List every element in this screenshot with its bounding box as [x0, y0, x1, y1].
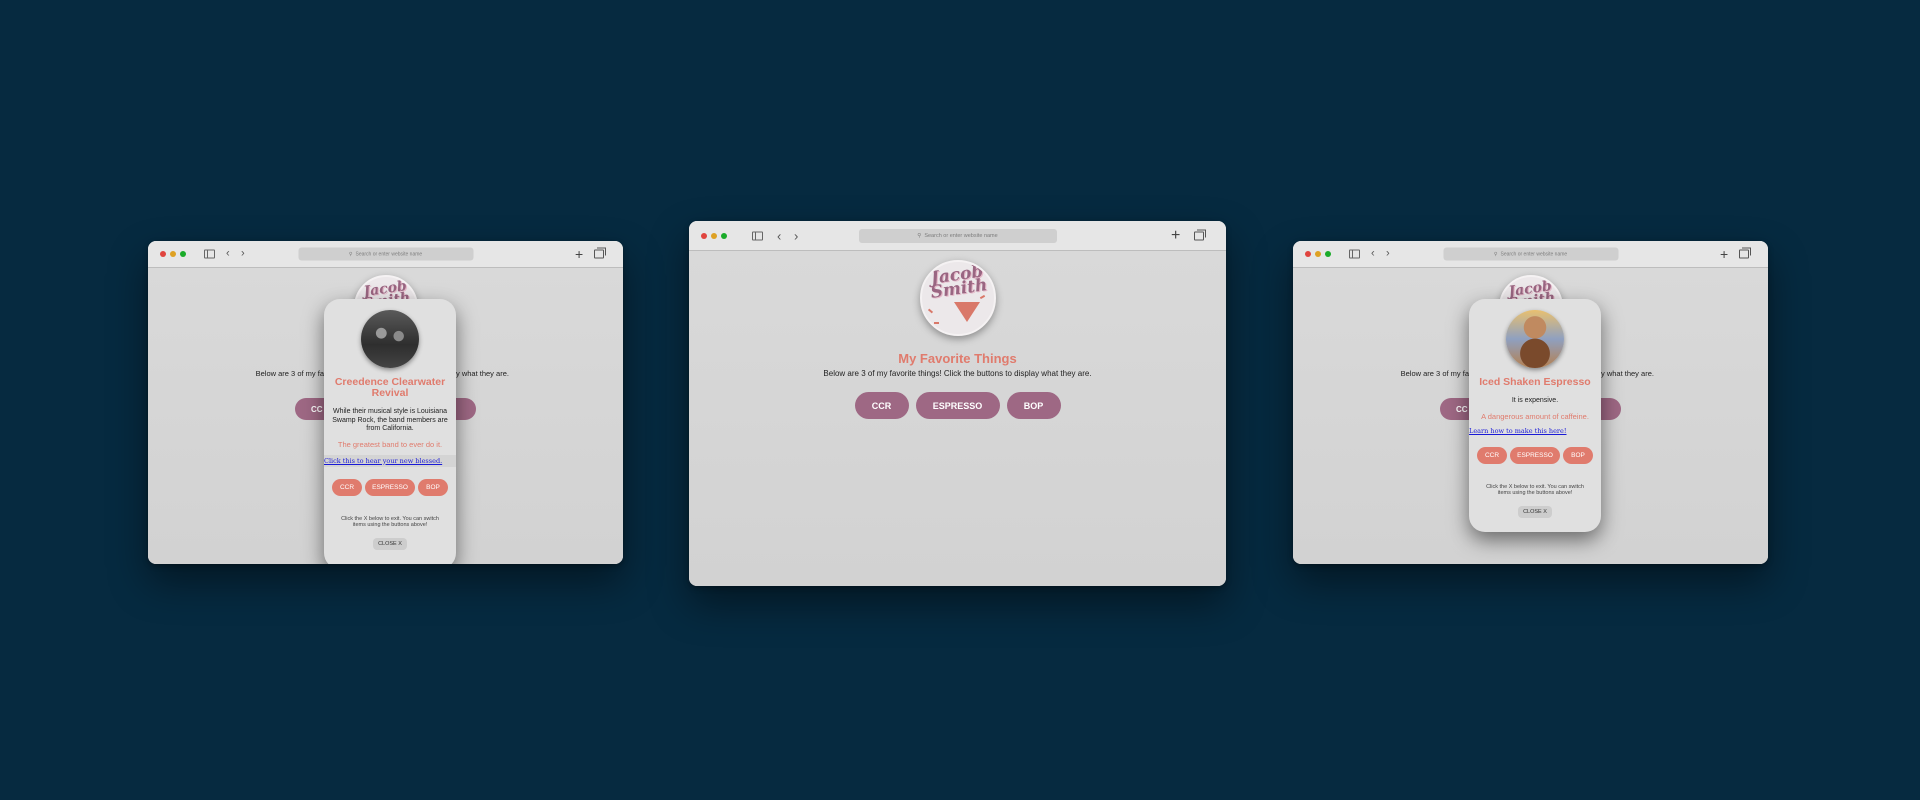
tab-overview-icon[interactable] — [1194, 229, 1206, 240]
zoom-window-dot[interactable] — [721, 232, 727, 239]
browser-window-ccr: ‹ › ⚲ Search or enter website name + Jac… — [148, 241, 623, 564]
modal-close-button[interactable]: CLOSE X — [1518, 505, 1552, 518]
address-bar[interactable]: ⚲ Search or enter website name — [298, 247, 473, 261]
modal-link[interactable]: Click this to hear your new blessed. — [324, 454, 456, 467]
page-title: My Favorite Things — [898, 351, 1017, 366]
close-window-dot[interactable] — [701, 232, 707, 239]
page-subtitle: Below are 3 of my favorite things! Click… — [823, 369, 1092, 378]
confetti-icon — [933, 322, 939, 324]
modal-accent-text: The greatest band to ever do it. — [337, 439, 443, 449]
minimize-window-dot[interactable] — [170, 251, 176, 257]
new-tab-icon[interactable]: + — [1720, 247, 1728, 261]
modal-link[interactable]: Learn how to make this here! — [1469, 427, 1601, 435]
address-placeholder: Search or enter website name — [355, 251, 423, 257]
forward-arrow-icon[interactable]: › — [1386, 248, 1390, 260]
modal-bop-button[interactable]: BOP — [418, 478, 448, 496]
ccr-band-photo — [361, 310, 419, 368]
traffic-lights — [160, 251, 186, 257]
modal-close-button[interactable]: CLOSE X — [373, 537, 407, 550]
sidebar-icon[interactable] — [204, 249, 215, 259]
modal-description: While their musical style is Louisiana S… — [332, 408, 448, 432]
modal-accent-text: A dangerous amount of caffeine. — [1481, 411, 1589, 421]
back-arrow-icon[interactable]: ‹ — [777, 229, 781, 242]
page-content: JacobSmith Below are 3 of my fa y what t… — [148, 268, 623, 564]
traffic-lights — [1305, 251, 1331, 257]
espresso-button[interactable]: ESPRESSO — [915, 392, 1000, 419]
back-arrow-icon[interactable]: ‹ — [226, 248, 230, 260]
logo-avatar: JacobSmith — [919, 260, 996, 336]
magnifier-icon: ⚲ — [917, 232, 922, 239]
address-placeholder: Search or enter website name — [924, 232, 998, 239]
zoom-window-dot[interactable] — [180, 251, 186, 257]
modal-ccr-button[interactable]: CCR — [332, 478, 362, 496]
sidebar-icon[interactable] — [752, 231, 763, 240]
magnifier-icon: ⚲ — [348, 251, 353, 257]
modal-espresso-button[interactable]: ESPRESSO — [1510, 446, 1560, 464]
browser-window-home: ‹ › ⚲ Search or enter website name + Jac… — [689, 221, 1226, 586]
espresso-modal: Iced Shaken Espresso It is expensive. A … — [1469, 299, 1601, 532]
magnifier-icon: ⚲ — [1493, 251, 1498, 257]
forward-arrow-icon[interactable]: › — [794, 229, 798, 242]
forward-arrow-icon[interactable]: › — [241, 248, 245, 260]
browser-toolbar: ‹ › ⚲ Search or enter website name + — [689, 221, 1226, 251]
pizza-slice-icon — [953, 302, 980, 322]
new-tab-icon[interactable]: + — [1171, 227, 1180, 244]
page-content: Jacob Smith My Favorite Things Below are … — [689, 251, 1226, 586]
address-placeholder: Search or enter website name — [1500, 251, 1568, 257]
back-arrow-icon[interactable]: ‹ — [1371, 248, 1375, 260]
zoom-window-dot[interactable] — [1325, 251, 1331, 257]
browser-window-espresso: ‹ › ⚲ Search or enter website name + Jac… — [1293, 241, 1768, 564]
page-subtitle-right: y what they are. — [1601, 369, 1654, 378]
confetti-icon — [927, 308, 933, 314]
close-window-dot[interactable] — [1305, 251, 1311, 257]
modal-title: Iced Shaken Espresso — [1479, 376, 1591, 388]
modal-button-row: CCR ESPRESSO BOP — [324, 478, 456, 496]
sidebar-icon[interactable] — [1349, 249, 1360, 259]
minimize-window-dot[interactable] — [1315, 251, 1321, 257]
ccr-button[interactable]: CCR — [854, 392, 909, 419]
modal-hint: Click the X below to exit. You can switc… — [1486, 483, 1584, 497]
page-subtitle-left: Below are 3 of my fa — [1400, 369, 1469, 378]
bop-button[interactable]: BOP — [1006, 392, 1061, 419]
address-bar[interactable]: ⚲ Search or enter website name — [1443, 247, 1618, 261]
new-tab-icon[interactable]: + — [575, 247, 583, 261]
page-content: JacobSmith Below are 3 of my fa y what t… — [1293, 268, 1768, 564]
modal-espresso-button[interactable]: ESPRESSO — [365, 478, 415, 496]
ccr-modal: Creedence Clearwater Revival While their… — [324, 299, 456, 564]
modal-description: It is expensive. — [1511, 397, 1559, 404]
page-subtitle-right: y what they are. — [456, 369, 509, 378]
modal-title: Creedence Clearwater Revival — [334, 376, 446, 399]
modal-ccr-button[interactable]: CCR — [1477, 446, 1507, 464]
modal-button-row: CCR ESPRESSO BOP — [1469, 446, 1601, 464]
traffic-lights — [701, 232, 727, 239]
modal-hint: Click the X below to exit. You can switc… — [341, 515, 439, 529]
minimize-window-dot[interactable] — [711, 232, 717, 239]
modal-bop-button[interactable]: BOP — [1563, 446, 1593, 464]
address-bar[interactable]: ⚲ Search or enter website name — [858, 228, 1057, 243]
page-subtitle-left: Below are 3 of my fa — [255, 369, 324, 378]
browser-toolbar: ‹ › ⚲ Search or enter website name + — [148, 241, 623, 268]
tab-overview-icon[interactable] — [594, 247, 606, 259]
tab-overview-icon[interactable] — [1739, 247, 1751, 259]
close-window-dot[interactable] — [160, 251, 166, 257]
favorites-button-row: CCR ESPRESSO BOP — [689, 392, 1226, 419]
iced-espresso-photo — [1506, 310, 1564, 368]
browser-toolbar: ‹ › ⚲ Search or enter website name + — [1293, 241, 1768, 268]
